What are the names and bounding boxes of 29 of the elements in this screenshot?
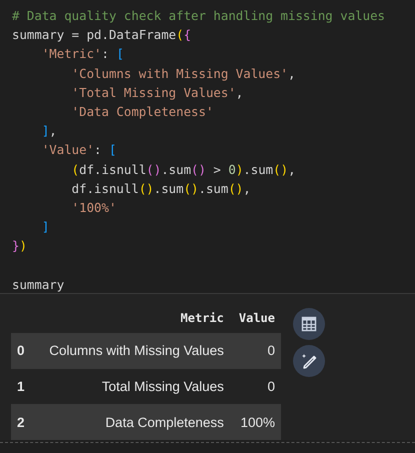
table-cell: Columns with Missing Values (32, 333, 230, 369)
sparkle-pencil-icon (300, 352, 318, 370)
code-line: summary = pd.DataFrame({ (12, 27, 192, 42)
code-line: ], (42, 123, 57, 138)
table-cell: 0 (230, 368, 281, 404)
table-cell: Data Completeness (32, 404, 230, 440)
table-view-button[interactable] (293, 308, 325, 340)
magic-edit-button[interactable] (293, 345, 325, 377)
table-grid-icon (301, 316, 317, 332)
code-line: 'Data Completeness' (72, 104, 214, 119)
table-cell: 100% (230, 404, 281, 440)
code-line: summary (12, 276, 64, 292)
code-line: 'Value': [ (42, 142, 116, 158)
row-index: 2 (11, 404, 32, 440)
column-header: Value (230, 308, 281, 333)
code-line: # Data quality check after handling missing values (12, 8, 385, 23)
code-line: ] (42, 219, 50, 234)
column-header: Metric (32, 308, 230, 333)
code-line: (df.isnull().sum() > 0).sum(), (72, 162, 296, 176)
code-line: 'Metric': [ (42, 46, 124, 62)
table-cell: 0 (230, 333, 281, 369)
row-index: 1 (11, 368, 32, 404)
code-line: }) (12, 238, 27, 254)
row-index: 0 (11, 333, 32, 369)
code-line: '100%' (72, 200, 116, 215)
code-line: 'Columns with Missing Values', (72, 66, 296, 81)
table-cell: Total Missing Values (32, 368, 230, 404)
code-line: 'Total Missing Values', (72, 84, 244, 100)
code-line: df.isnull().sum().sum(), (72, 180, 251, 196)
